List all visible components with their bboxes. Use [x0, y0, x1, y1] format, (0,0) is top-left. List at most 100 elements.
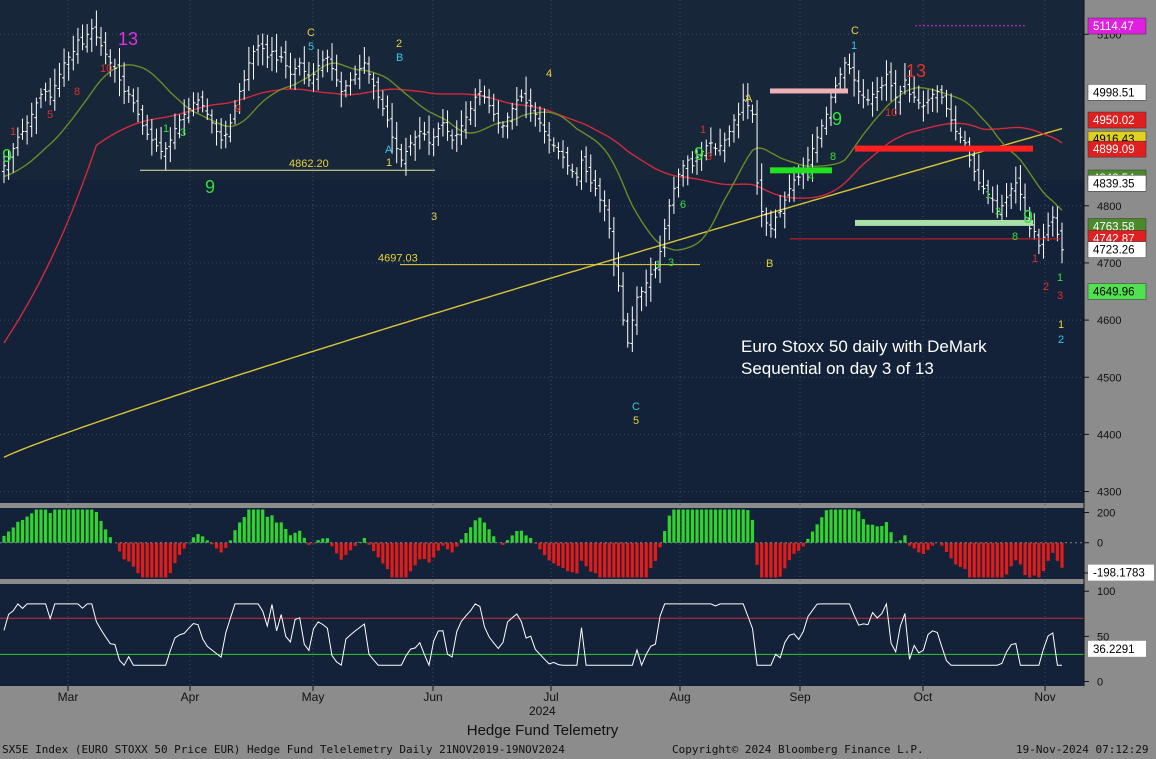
demark-count-small: 2	[1043, 281, 1049, 293]
demark-count: A	[745, 93, 753, 105]
histogram-bar	[141, 542, 145, 578]
demark-count-small: 5	[47, 109, 53, 121]
histogram-bar	[981, 542, 986, 578]
chart-svg: 4862.204697.03 9139C5 2BA143C59AB9C113913…	[0, 0, 1156, 741]
price-axis-tick: 4300	[1097, 487, 1121, 499]
demark-count: B	[396, 52, 403, 64]
x-axis-month-label: Apr	[181, 690, 200, 704]
histogram-bar	[34, 509, 38, 543]
histogram-bar	[986, 542, 990, 578]
histogram-bar	[972, 542, 976, 578]
histogram-bar	[455, 542, 459, 547]
histogram-bar	[25, 516, 29, 543]
histogram-bar	[390, 542, 394, 578]
histogram-bar	[644, 542, 648, 578]
histogram-bar	[7, 531, 11, 543]
histogram-bar	[663, 531, 667, 543]
right-axis-area	[1084, 0, 1156, 741]
histogram-bar	[690, 509, 694, 543]
histogram-bar	[713, 509, 718, 543]
histogram-bar	[686, 509, 690, 543]
histogram-bar	[977, 542, 981, 578]
footer-right: 19-Nov-2024 07:12:29	[1016, 743, 1149, 756]
histogram-bar	[653, 542, 658, 561]
histogram-bar	[995, 542, 999, 578]
histogram-bar	[67, 509, 71, 543]
demark-count: 9	[694, 144, 704, 164]
histogram-bar	[1051, 542, 1055, 553]
histogram-bar	[325, 538, 330, 543]
histogram-bar	[593, 542, 597, 574]
demark-count-small: 3	[706, 151, 712, 163]
histogram-bar	[43, 509, 48, 543]
demark-count-small: 3	[180, 127, 186, 139]
histogram-bar	[991, 542, 995, 578]
histogram-bar	[884, 522, 889, 543]
histogram-bar	[750, 519, 755, 543]
histogram-bar	[196, 534, 200, 543]
histogram-bar	[219, 542, 223, 553]
histogram-bar	[265, 516, 269, 543]
histogram-bar	[579, 542, 584, 561]
histogram-bar	[806, 538, 810, 543]
histogram-bar	[136, 542, 140, 574]
histogram-bar	[783, 542, 787, 569]
rsi-axis-tick: 0	[1097, 676, 1103, 688]
histogram-bar	[321, 538, 325, 543]
histogram-bar	[510, 535, 514, 543]
histogram-bar	[492, 536, 496, 543]
histogram-bar	[450, 542, 454, 553]
histogram-bar	[274, 522, 279, 543]
histogram-bar	[395, 542, 399, 578]
histogram-bar	[746, 510, 750, 543]
histogram-bar	[926, 542, 930, 550]
demark-count: C	[632, 401, 640, 413]
x-axis-month-label: Sep	[789, 690, 811, 704]
histogram-bar	[150, 542, 154, 578]
histogram-bar	[630, 542, 634, 578]
histogram-bar	[256, 509, 260, 543]
histogram-bar	[108, 537, 112, 543]
histogram-bar	[773, 542, 778, 578]
histogram-bar	[80, 509, 85, 543]
demark-count: 2	[1058, 334, 1064, 346]
histogram-bar	[339, 542, 343, 560]
histogram-bar	[1055, 542, 1059, 561]
histogram-bar	[348, 542, 353, 551]
histogram-bar	[381, 542, 385, 564]
demark-count: 4	[546, 68, 552, 80]
demark-count: 3	[1057, 290, 1063, 302]
x-axis-month-label: Aug	[669, 690, 690, 704]
tdst-red-level	[855, 145, 1033, 152]
histogram-bar	[159, 542, 163, 578]
histogram-bar	[732, 509, 736, 543]
histogram-bar	[62, 509, 66, 543]
histogram-bar	[1028, 542, 1032, 578]
demark-count: 13	[906, 61, 926, 81]
histogram-bar	[127, 542, 131, 562]
histogram-bar	[1018, 542, 1023, 565]
histogram-bar	[764, 542, 768, 578]
histogram-bar	[963, 542, 967, 570]
footer-center: Copyright© 2024 Bloomberg Finance L.P.	[672, 743, 924, 756]
histogram-bar	[201, 536, 205, 543]
price-axis-tick: 4500	[1097, 372, 1121, 384]
histogram-bar	[53, 509, 57, 543]
demark-count: 9	[205, 177, 215, 197]
histogram-bar	[635, 542, 639, 578]
annotation-line-1: Euro Stoxx 50 daily with DeMark	[741, 337, 987, 356]
histogram-bar	[949, 542, 953, 559]
histogram-bar	[566, 542, 570, 572]
demark-count: A	[385, 144, 393, 156]
demark-count-small: 8	[74, 86, 80, 98]
histogram-bar	[90, 509, 94, 543]
histogram-bar	[445, 542, 450, 550]
histogram-bar	[612, 542, 616, 578]
histogram-bar	[709, 509, 713, 543]
bottom-title: Hedge Fund Telemetry	[466, 722, 619, 739]
histogram-bar	[311, 542, 316, 544]
histogram-bar	[778, 542, 782, 577]
x-axis-month-label: Jun	[423, 690, 442, 704]
histogram-bar	[57, 509, 62, 543]
histogram-bar	[478, 517, 482, 543]
